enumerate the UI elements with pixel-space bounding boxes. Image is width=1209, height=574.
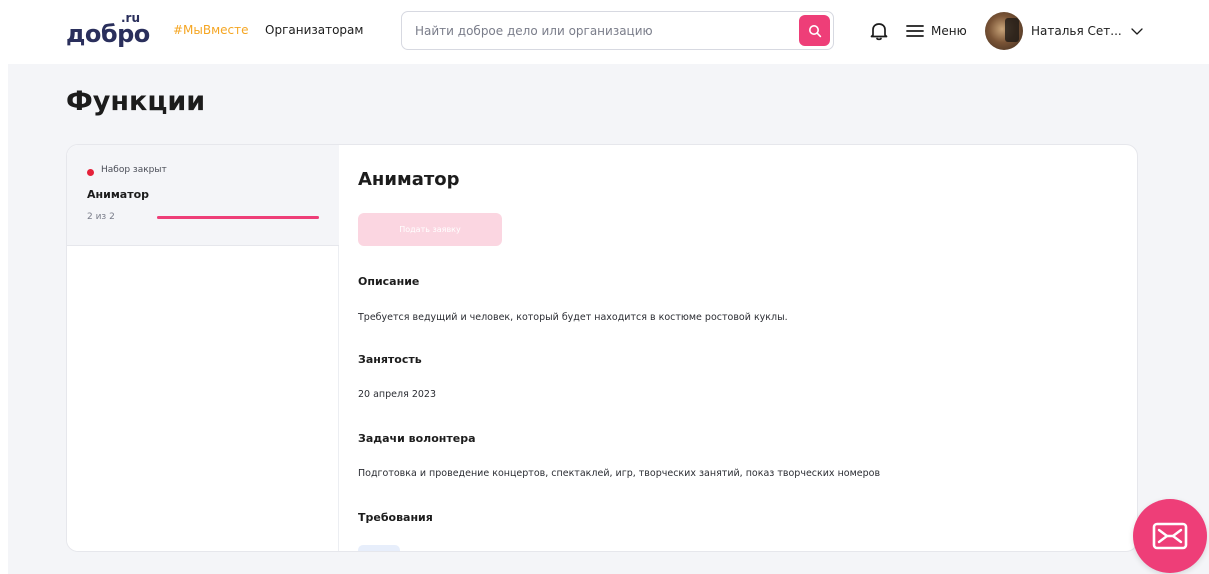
top-header: добро .ru #МыВместе Организаторам Меню Н… (0, 0, 1209, 64)
role-name: Аниматор (87, 188, 150, 201)
bell-icon (870, 23, 888, 41)
section-title-description: Описание (358, 275, 420, 288)
section-text-tasks: Подготовка и проведение концертов, спект… (358, 468, 881, 479)
role-title: Аниматор (358, 169, 460, 190)
section-text-description: Требуется ведущий и человек, который буд… (358, 312, 788, 323)
nav-link-together[interactable]: #МыВместе (173, 23, 249, 37)
avatar (985, 12, 1023, 50)
page-title: Функции (66, 86, 206, 117)
section-title-requirements: Требования (358, 511, 433, 524)
user-name: Наталья Сет... (1031, 24, 1122, 38)
notifications-button[interactable] (868, 20, 890, 42)
apply-button[interactable]: Подать заявку (358, 213, 502, 246)
role-progress-fill (157, 216, 319, 219)
logo-domain: .ru (121, 11, 141, 25)
role-list-item[interactable]: Набор закрыт Аниматор 2 из 2 (67, 145, 339, 246)
status-dot (87, 169, 94, 176)
search-input[interactable] (415, 21, 785, 41)
user-profile-menu[interactable]: Наталья Сет... (985, 12, 1144, 50)
chevron-down-icon (1131, 28, 1143, 35)
nav-link-organizers[interactable]: Организаторам (265, 23, 363, 37)
role-status: Набор закрыт (101, 165, 167, 175)
section-title-tasks: Задачи волонтера (358, 432, 476, 445)
roles-sidebar: Набор закрыт Аниматор 2 из 2 (67, 145, 339, 551)
menu-label: Меню (931, 24, 967, 38)
role-details: Аниматор Подать заявку Описание Требуетс… (358, 145, 1128, 551)
search-bar (401, 11, 834, 50)
page-area: Функции Набор закрыт Аниматор 2 из 2 Ани… (8, 64, 1209, 574)
role-progress-bar (157, 216, 319, 219)
roles-card: Набор закрыт Аниматор 2 из 2 Аниматор По… (66, 144, 1138, 552)
menu-button[interactable]: Меню (905, 19, 967, 43)
search-button[interactable] (799, 15, 830, 46)
section-title-employment: Занятость (358, 353, 422, 366)
mail-icon (1152, 522, 1188, 550)
hamburger-icon (906, 25, 924, 37)
requirement-chip (358, 545, 400, 551)
feedback-button[interactable] (1133, 499, 1207, 573)
role-count: 2 из 2 (87, 212, 115, 222)
section-text-employment: 20 апреля 2023 (358, 389, 436, 400)
search-icon (808, 24, 821, 37)
